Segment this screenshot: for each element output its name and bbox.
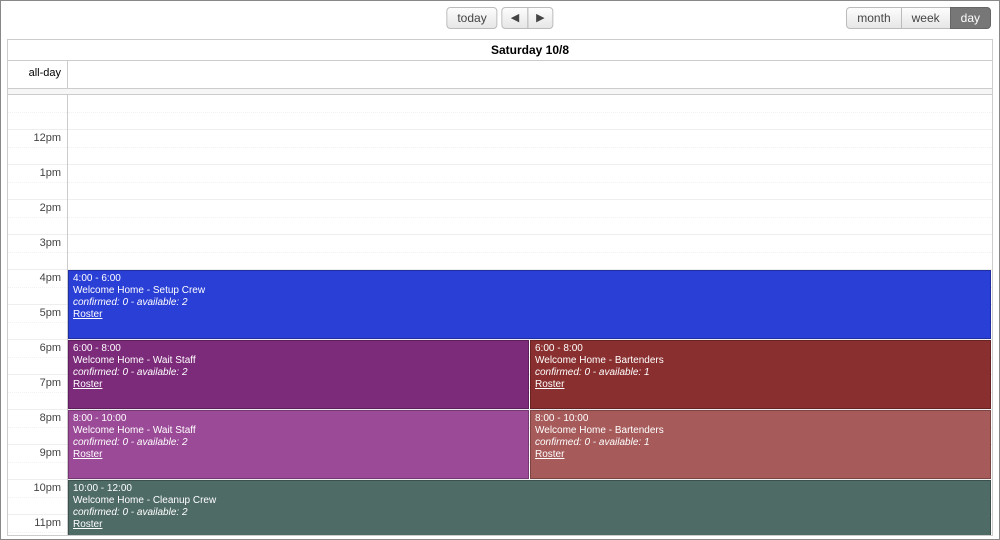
next-button[interactable]: ▶ <box>527 7 553 29</box>
hour-label: 12pm <box>8 130 67 165</box>
event-time: 8:00 - 10:00 <box>535 413 986 425</box>
event-bar-2[interactable]: 8:00 - 10:00Welcome Home - Bartenderscon… <box>530 410 991 479</box>
calendar-header: Saturday 10/8 <box>8 40 992 61</box>
hour-label: 7pm <box>8 375 67 410</box>
hour-slot[interactable] <box>68 130 992 165</box>
hour-label: 6pm <box>8 340 67 375</box>
event-subtitle: confirmed: 0 - available: 1 <box>535 367 986 379</box>
hour-slot[interactable] <box>68 200 992 235</box>
event-subtitle: confirmed: 0 - available: 2 <box>73 297 986 309</box>
hour-slot[interactable] <box>68 95 992 130</box>
event-bar-1[interactable]: 6:00 - 8:00Welcome Home - Bartendersconf… <box>530 340 991 409</box>
hour-slot[interactable] <box>68 165 992 200</box>
event-setup[interactable]: 4:00 - 6:00Welcome Home - Setup Crewconf… <box>68 270 991 339</box>
event-subtitle: confirmed: 0 - available: 2 <box>73 367 524 379</box>
event-title: Welcome Home - Cleanup Crew <box>73 495 986 507</box>
hour-label: 3pm <box>8 235 67 270</box>
day-column[interactable]: 4:00 - 6:00Welcome Home - Setup Crewconf… <box>68 95 992 535</box>
hour-label: 9pm <box>8 445 67 480</box>
view-month-button[interactable]: month <box>846 7 901 29</box>
allday-cell[interactable] <box>68 61 992 88</box>
event-title: Welcome Home - Wait Staff <box>73 355 524 367</box>
event-time: 10:00 - 12:00 <box>73 483 986 495</box>
hour-label: 4pm <box>8 270 67 305</box>
view-week-button[interactable]: week <box>901 7 951 29</box>
hour-label: 10pm <box>8 480 67 515</box>
event-cleanup[interactable]: 10:00 - 12:00Welcome Home - Cleanup Crew… <box>68 480 991 535</box>
event-time: 4:00 - 6:00 <box>73 273 986 285</box>
time-grid: 12pm1pm2pm3pm4pm5pm6pm7pm8pm9pm10pm11pm … <box>8 95 992 535</box>
hour-label: 5pm <box>8 305 67 340</box>
event-time: 6:00 - 8:00 <box>535 343 986 355</box>
hour-label: 2pm <box>8 200 67 235</box>
hour-gutter: 12pm1pm2pm3pm4pm5pm6pm7pm8pm9pm10pm11pm <box>8 95 68 535</box>
prev-button[interactable]: ◀ <box>502 7 528 29</box>
nav-buttons: ◀ ▶ <box>502 7 554 29</box>
event-title: Welcome Home - Setup Crew <box>73 285 986 297</box>
event-roster-link[interactable]: Roster <box>73 309 102 320</box>
allday-label: all-day <box>8 61 68 88</box>
event-roster-link[interactable]: Roster <box>73 379 102 390</box>
event-title: Welcome Home - Wait Staff <box>73 425 524 437</box>
calendar: Saturday 10/8 all-day 12pm1pm2pm3pm4pm5p… <box>7 39 993 536</box>
event-subtitle: confirmed: 0 - available: 2 <box>73 507 986 519</box>
event-time: 6:00 - 8:00 <box>73 343 524 355</box>
date-title: Saturday 10/8 <box>68 40 992 60</box>
event-roster-link[interactable]: Roster <box>535 449 564 460</box>
hour-label: 11pm <box>8 515 67 535</box>
chevron-right-icon: ▶ <box>536 12 544 24</box>
hour-label: 8pm <box>8 410 67 445</box>
event-title: Welcome Home - Bartenders <box>535 425 986 437</box>
event-roster-link[interactable]: Roster <box>73 519 102 530</box>
event-subtitle: confirmed: 0 - available: 2 <box>73 437 524 449</box>
hour-label: 1pm <box>8 165 67 200</box>
event-roster-link[interactable]: Roster <box>535 379 564 390</box>
event-time: 8:00 - 10:00 <box>73 413 524 425</box>
view-day-button[interactable]: day <box>950 7 991 29</box>
allday-row: all-day <box>8 61 992 89</box>
calendar-toolbar: today ◀ ▶ month week day <box>7 5 993 35</box>
view-switcher: month week day <box>846 7 991 29</box>
event-wait-2[interactable]: 8:00 - 10:00Welcome Home - Wait Staffcon… <box>68 410 529 479</box>
hour-slot[interactable] <box>68 235 992 270</box>
hour-label <box>8 95 67 130</box>
chevron-left-icon: ◀ <box>511 12 519 24</box>
today-button[interactable]: today <box>446 7 497 29</box>
event-roster-link[interactable]: Roster <box>73 449 102 460</box>
event-wait-1[interactable]: 6:00 - 8:00Welcome Home - Wait Staffconf… <box>68 340 529 409</box>
event-title: Welcome Home - Bartenders <box>535 355 986 367</box>
event-subtitle: confirmed: 0 - available: 1 <box>535 437 986 449</box>
